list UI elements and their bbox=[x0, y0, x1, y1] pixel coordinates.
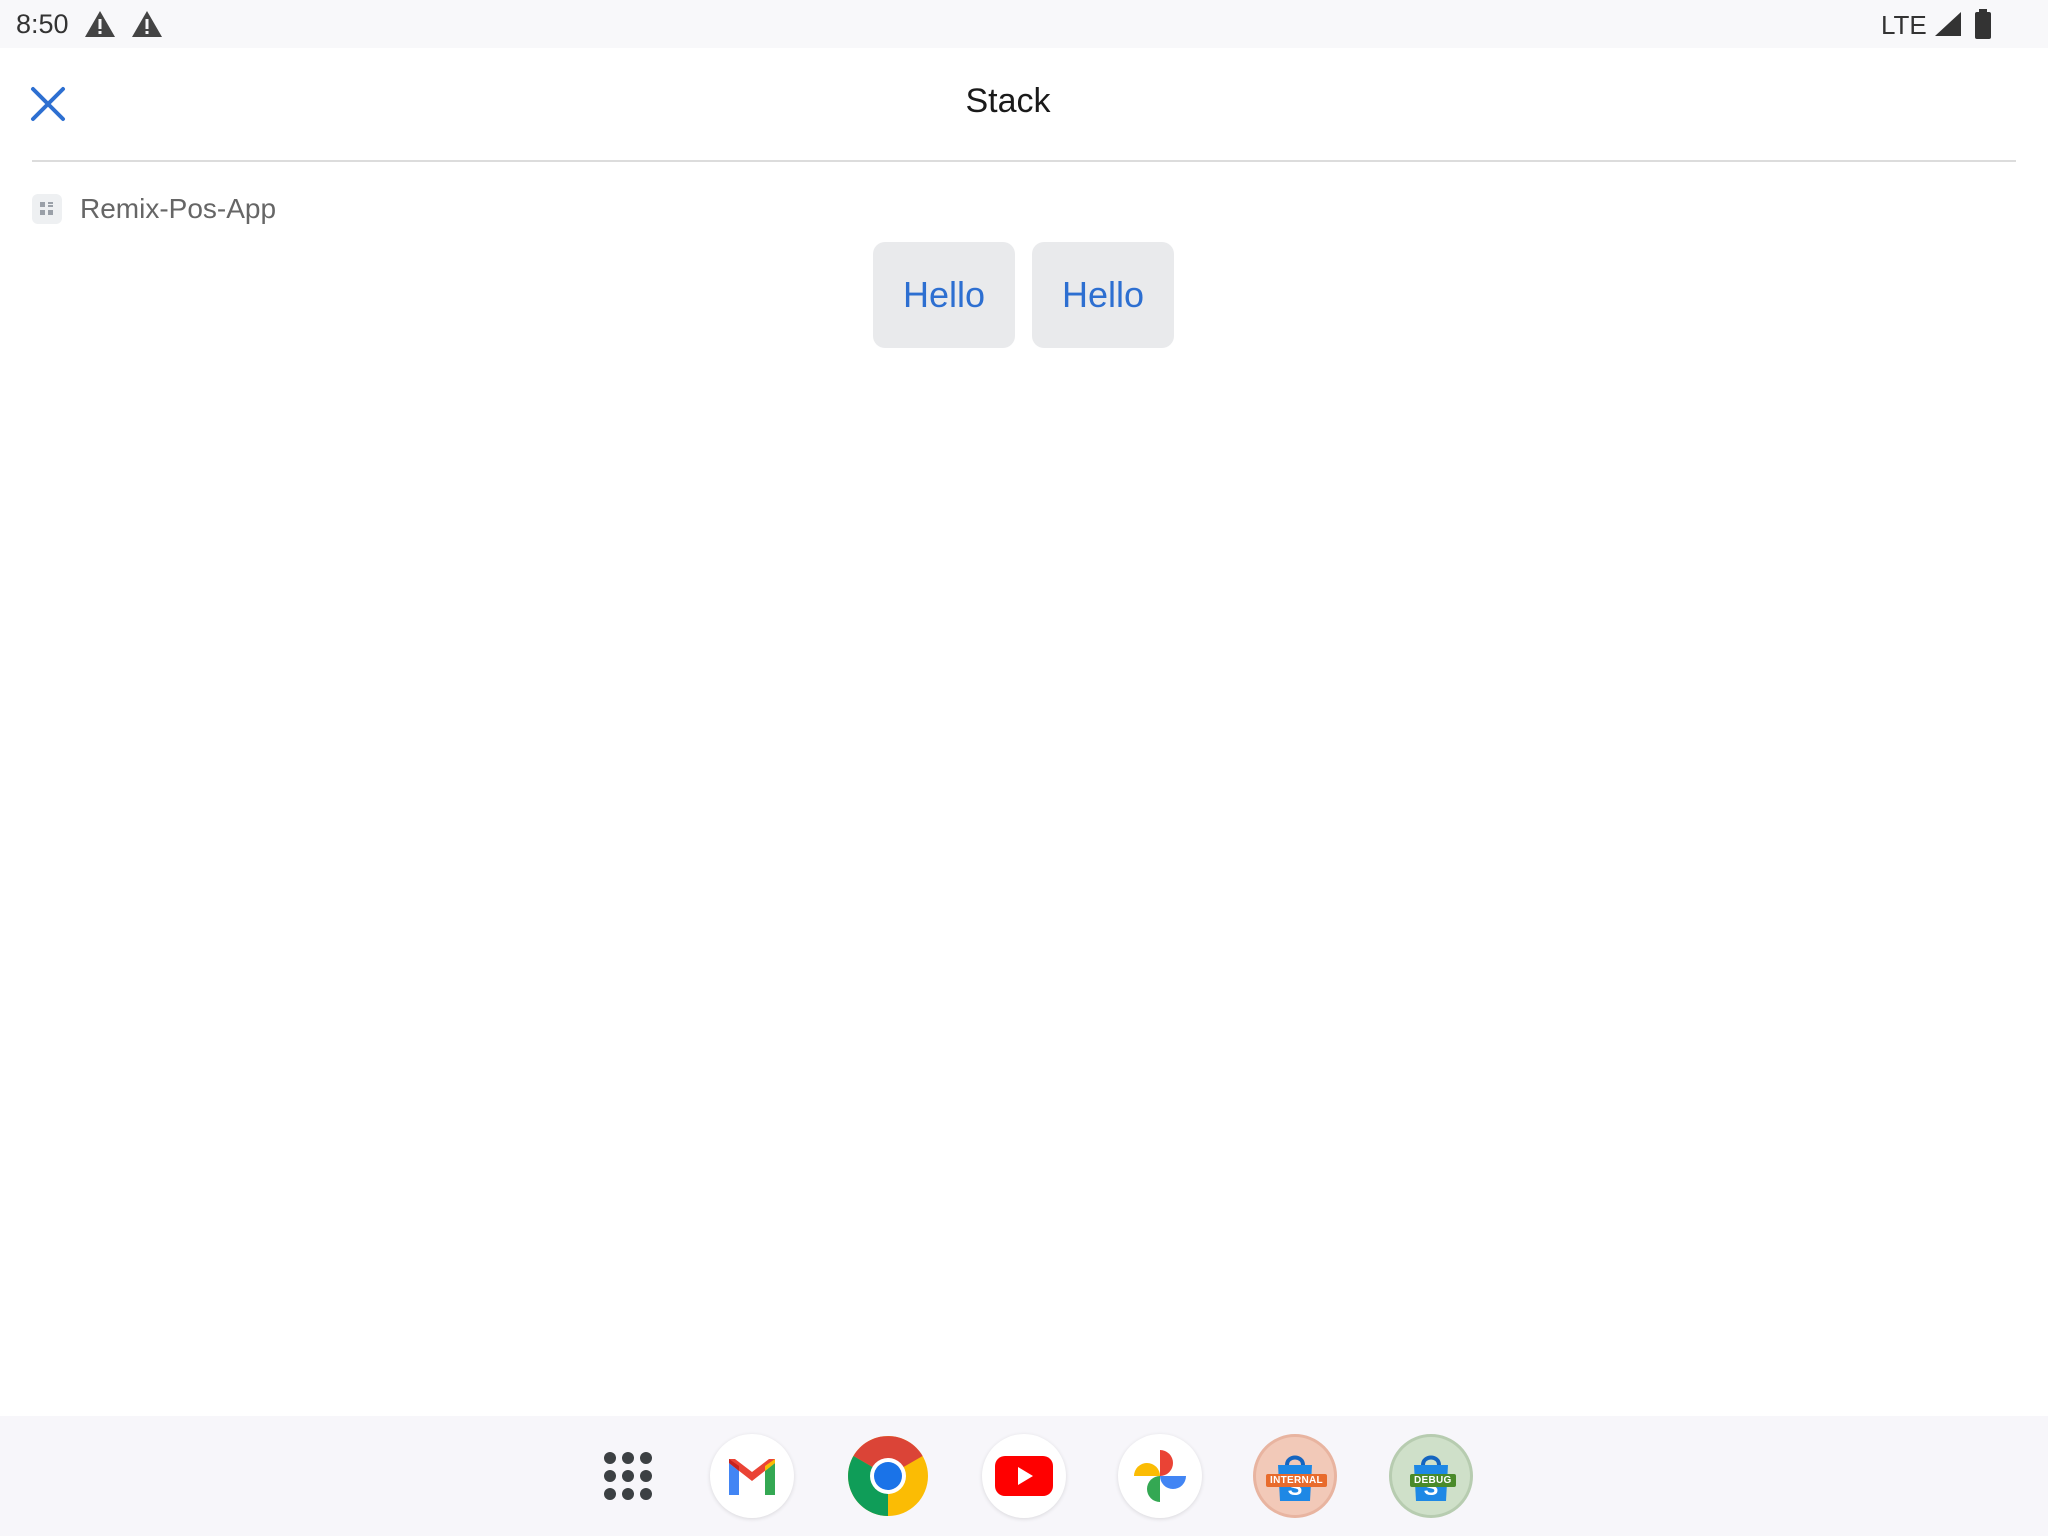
youtube-icon[interactable] bbox=[982, 1434, 1066, 1518]
shopify-bag-icon[interactable]: S INTERNAL bbox=[1253, 1434, 1337, 1518]
internal-badge: INTERNAL bbox=[1266, 1474, 1327, 1487]
status-bar: 8:50 LTE bbox=[0, 0, 2048, 48]
header-divider bbox=[32, 160, 2016, 162]
warning-icon bbox=[132, 11, 162, 37]
chrome-icon[interactable] bbox=[846, 1434, 930, 1518]
status-time: 8:50 bbox=[16, 9, 69, 39]
app-grid-icon bbox=[32, 194, 62, 224]
warning-icon bbox=[85, 11, 115, 37]
app-name-label: Remix-Pos-App bbox=[80, 193, 277, 224]
apps-grid-icon[interactable] bbox=[586, 1434, 670, 1518]
shopify-bag-icon[interactable]: S DEBUG bbox=[1389, 1434, 1473, 1518]
hello-button-2[interactable]: Hello bbox=[1032, 242, 1174, 348]
debug-badge: DEBUG bbox=[1410, 1474, 1456, 1487]
modal-header: Stack bbox=[0, 48, 2048, 161]
page-title: Stack bbox=[965, 82, 1051, 120]
hello-button-1[interactable]: Hello bbox=[873, 242, 1015, 348]
signal-icon bbox=[1935, 12, 1961, 36]
photos-icon[interactable] bbox=[1118, 1434, 1202, 1518]
gmail-icon[interactable] bbox=[710, 1434, 794, 1518]
battery-icon bbox=[1975, 9, 1991, 39]
network-type: LTE bbox=[1881, 10, 1927, 40]
